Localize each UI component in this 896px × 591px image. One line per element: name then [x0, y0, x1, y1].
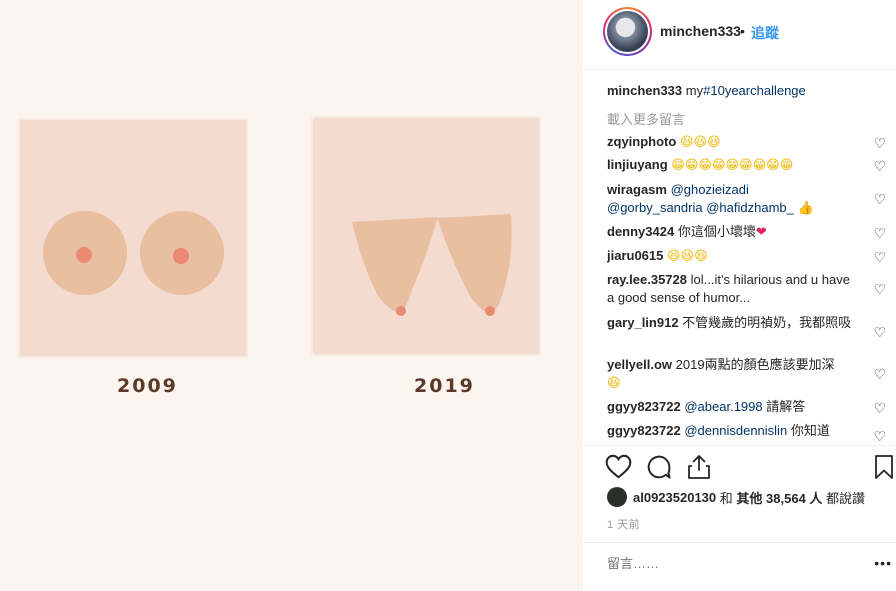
comment-mention[interactable]: @dennisdennislin	[684, 423, 787, 438]
comment: ray.lee.35728 lol...it's hilarious and u…	[607, 271, 890, 307]
comment-username[interactable]: jiaru0615	[607, 248, 663, 263]
caption-username[interactable]: minchen333	[607, 83, 682, 98]
comment-username[interactable]: linjiuyang	[607, 157, 668, 172]
likes-connector: 和	[719, 490, 733, 506]
comment-username[interactable]: ray.lee.35728	[607, 272, 687, 287]
nipple-left-2019	[396, 306, 406, 316]
comment-like-heart-icon[interactable]: ♡	[873, 248, 886, 266]
liker-avatar[interactable]	[607, 487, 627, 507]
comment-like-heart-icon[interactable]: ♡	[873, 399, 886, 417]
comment-emoji: ❤	[755, 225, 767, 240]
comment-like-heart-icon[interactable]: ♡	[873, 157, 886, 175]
comment-text: 你這個小壞壞	[677, 224, 756, 239]
comment-text: 請解答	[766, 399, 806, 414]
liker-username[interactable]: al0923520130	[633, 490, 716, 505]
comment-mention[interactable]: @gorby_sandria	[607, 200, 703, 215]
nipple-right-2009	[173, 248, 189, 264]
caption-hashtag[interactable]: #10yearchallenge	[703, 83, 806, 98]
comment-text: 不管幾歲的明禎奶，我都照吸	[682, 315, 852, 330]
comment-text: 2019兩點的顏色應該要加深	[675, 357, 835, 372]
comment-mention[interactable]: @abear.1998	[684, 399, 762, 414]
caption-text: my	[685, 83, 704, 98]
comment-username[interactable]: ggyy823722	[607, 399, 681, 414]
avatar[interactable]	[603, 7, 652, 56]
nipple-left-2009	[76, 247, 92, 263]
comment-username[interactable]: gary_lin912	[607, 315, 679, 330]
comment-icon[interactable]	[646, 454, 672, 480]
post-time[interactable]: 1 天前	[607, 516, 640, 532]
caption: minchen333 my#10yearchallenge	[607, 82, 892, 100]
header-username[interactable]: minchen333	[660, 23, 741, 39]
comment: yellyell.ow 2019兩點的顏色應該要加深 😆 ♡	[607, 356, 890, 393]
post-header: minchen333 • 追蹤	[583, 0, 896, 70]
comment-mention[interactable]: @hafidzhamb_	[706, 200, 794, 215]
comment-like-heart-icon[interactable]: ♡	[873, 365, 886, 383]
share-icon[interactable]	[687, 454, 711, 480]
comment-like-heart-icon[interactable]: ♡	[873, 280, 886, 298]
comment: denny3424 你這個小壞壞❤ ♡	[607, 223, 890, 242]
comment-emoji: 😆😆😆	[679, 135, 721, 150]
comment-emoji: 😆😆😆	[667, 249, 708, 264]
instagram-post: 2009 2019 minchen333 • 追蹤 minchen333 my#…	[0, 0, 896, 591]
likes-summary: al0923520130 和 其他 38,564 人 都說讚	[607, 487, 865, 507]
follow-button[interactable]: 追蹤	[751, 23, 779, 43]
comment-like-heart-icon[interactable]: ♡	[873, 323, 886, 341]
comment: linjiuyang 😁😁😁😁😁😁😁😁😁 ♡	[607, 156, 890, 175]
comment-emoji: 👍	[797, 201, 814, 216]
nipple-right-2019	[485, 306, 495, 316]
bookmark-icon[interactable]	[874, 454, 894, 480]
more-icon[interactable]: •••	[874, 555, 892, 571]
comment: ggyy823722 @dennisdennislin 你知道 ♡	[607, 422, 890, 442]
comment-username[interactable]: zqyinphoto	[607, 134, 676, 149]
comment-box: •••	[583, 542, 896, 591]
comment-username[interactable]: denny3424	[607, 224, 674, 239]
heart-icon[interactable]	[605, 454, 632, 479]
comment: zqyinphoto 😆😆😆 ♡	[607, 133, 890, 152]
breast-right-2019	[437, 214, 512, 314]
illustration	[43, 211, 512, 316]
comments-list[interactable]: minchen333 my#10yearchallenge 載入更多留言 zqy…	[607, 82, 892, 442]
avatar-image	[607, 11, 648, 52]
likes-suffix: 都說讚	[826, 490, 866, 506]
comment-username[interactable]: ggyy823722	[607, 423, 681, 438]
load-more-comments[interactable]: 載入更多留言	[607, 109, 892, 128]
post-sidebar: minchen333 • 追蹤 minchen333 my#10yearchal…	[583, 0, 896, 591]
comment-like-heart-icon[interactable]: ♡	[873, 190, 886, 208]
comment-emoji: 😁😁😁😁😁😁😁😁😁	[671, 158, 794, 173]
post-image[interactable]: 2009 2019	[0, 0, 583, 591]
comment-like-heart-icon[interactable]: ♡	[873, 224, 886, 242]
likes-others[interactable]: 其他 38,564 人	[736, 488, 822, 507]
comment-emoji: 😆	[607, 376, 621, 391]
comment: wiragasm @ghozieizadi @gorby_sandria @ha…	[607, 181, 890, 218]
comment-input[interactable]	[607, 556, 857, 571]
comment-text: 你知道	[790, 423, 830, 438]
comment: ggyy823722 @abear.1998 請解答 ♡	[607, 398, 890, 416]
comment: jiaru0615 😆😆😆 ♡	[607, 247, 890, 266]
header-separator: •	[740, 23, 745, 39]
comment-username[interactable]: wiragasm	[607, 182, 667, 197]
comment-like-heart-icon[interactable]: ♡	[873, 134, 886, 152]
comment-like-heart-icon[interactable]: ♡	[873, 427, 886, 442]
comment-mention[interactable]: @ghozieizadi	[671, 182, 749, 197]
year-2019: 2019	[414, 375, 475, 397]
breast-left-2019	[352, 217, 438, 313]
comment: gary_lin912 不管幾歲的明禎奶，我都照吸 ♡	[607, 314, 890, 340]
year-2009: 2009	[117, 375, 178, 397]
comment-username[interactable]: yellyell.ow	[607, 357, 672, 372]
action-bar	[583, 445, 896, 485]
